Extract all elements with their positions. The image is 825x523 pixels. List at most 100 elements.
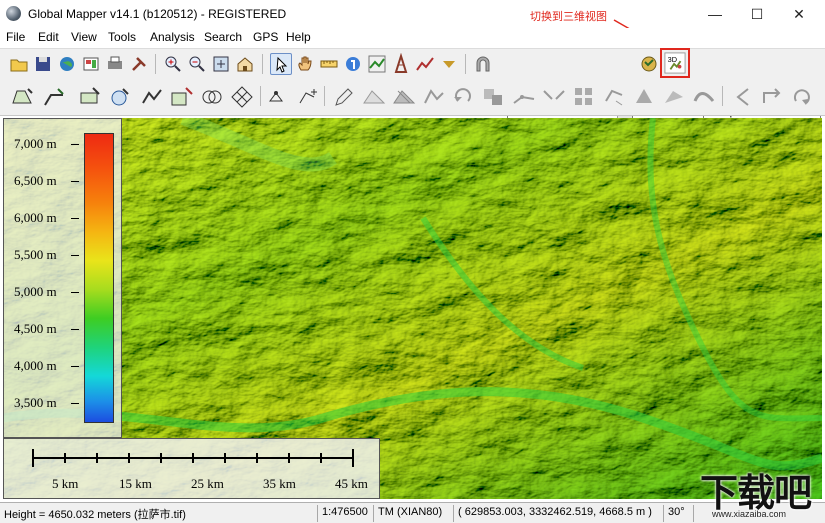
grid-icon[interactable] [228,83,256,111]
scale-tick [96,453,98,463]
select-pointer-icon[interactable] [270,53,292,75]
print-icon[interactable] [104,53,126,75]
map-catalog-icon[interactable] [80,53,102,75]
scale-tick [160,453,162,463]
site-watermark: 下载吧 www.xiazaiba.com [690,462,825,523]
toolbar-separator [324,86,325,106]
menu-view[interactable]: View [71,30,97,44]
create-area-icon[interactable] [8,83,36,111]
menu-help[interactable]: Help [286,30,311,44]
scale-label-15km: 15 km [119,476,152,491]
scale-tick [64,453,66,463]
vertex-move-icon[interactable] [264,83,292,111]
edit-pencil-icon[interactable] [330,83,358,111]
extend-line-icon[interactable] [758,83,786,111]
scale-tick [352,449,354,467]
reshape-icon[interactable] [420,83,448,111]
toolbar-separator [155,54,156,74]
area-3d-icon[interactable] [168,83,196,111]
zoom-out-icon[interactable] [186,53,208,75]
save-icon[interactable] [32,53,54,75]
menu-analysis[interactable]: Analysis [150,30,195,44]
legend-tick [71,403,79,404]
dropdown-arrow-icon[interactable] [438,53,460,75]
path-profile-icon[interactable] [414,53,436,75]
annotation-switch-3d: 切换到三维视图 [530,11,607,23]
split-area-icon[interactable] [360,83,388,111]
full-view-icon[interactable] [210,53,232,75]
legend-label-7000: 7,000 m [14,136,57,151]
legend-tick [71,329,79,330]
join-lines-icon[interactable] [540,83,568,111]
close-button[interactable]: ✕ [784,4,814,24]
legend-tick [71,181,79,182]
tools-icon[interactable] [128,53,150,75]
menu-file[interactable]: File [6,30,25,44]
legend-label-5500: 5,500 m [14,247,57,262]
maximize-button[interactable]: ☐ [742,4,772,24]
buffer-icon[interactable] [198,83,226,111]
toolbar-separator [262,54,263,74]
title-bar: Global Mapper v14.1 (b120512) - REGISTER… [0,0,825,28]
split-line-icon[interactable] [510,83,538,111]
scale-tick [192,453,194,463]
line-edit-icon[interactable] [138,83,166,111]
reverse-line-icon[interactable] [728,83,756,111]
vertex-add-icon[interactable] [294,83,322,111]
cut-area-icon[interactable] [390,83,418,111]
circle-area-icon[interactable] [106,83,134,111]
legend-tick [71,255,79,256]
legend-tick [71,292,79,293]
menu-gps[interactable]: GPS [253,30,278,44]
toolbar-separator [465,54,466,74]
shader-settings-icon[interactable] [638,53,660,75]
app-globe-icon [6,6,21,21]
minimize-button[interactable]: — [700,4,730,24]
legend-label-6000: 6,000 m [14,210,57,225]
undo-shape-icon[interactable] [450,83,478,111]
measure-ruler-icon[interactable] [318,53,340,75]
digitizer-toolbar [0,78,825,116]
move-features-icon[interactable] [600,83,628,111]
legend-label-4500: 4,500 m [14,321,57,336]
status-coordinates: ( 629853.003, 3332462.519, 4668.5 m ) [454,505,664,522]
main-toolbar: Atlas Shader ▼ 3D Setup Favorites List..… [0,48,825,122]
globe-icon[interactable] [56,53,78,75]
open-folder-icon[interactable] [8,53,30,75]
toolbar-separator [722,86,723,106]
pan-hand-icon[interactable] [294,53,316,75]
menu-bar: File Edit View Tools Analysis Search GPS… [0,28,825,48]
arch-icon[interactable] [472,53,494,75]
scale-label-45km: 45 km [335,476,368,491]
scale-features-icon[interactable] [660,83,688,111]
legend-tick [71,366,79,367]
smooth-icon[interactable] [690,83,718,111]
status-height: Height = 4650.032 meters (拉萨市.tif) [0,505,318,522]
digitizer-icon[interactable] [366,53,388,75]
legend-label-6500: 6,500 m [14,173,57,188]
menu-search[interactable]: Search [204,30,242,44]
tower-icon[interactable] [390,53,412,75]
grid-split-icon[interactable] [570,83,598,111]
home-icon[interactable] [234,53,256,75]
rectangle-area-icon[interactable] [76,83,104,111]
scale-label-25km: 25 km [191,476,224,491]
scale-bar: 5 km 15 km 25 km 35 km 45 km [3,438,380,499]
scale-label-5km: 5 km [52,476,79,491]
legend-label-5000: 5,000 m [14,284,57,299]
rotate-icon[interactable] [788,83,816,111]
scale-tick [320,453,322,463]
scale-label-35km: 35 km [263,476,296,491]
legend-label-4000: 4,000 m [14,358,57,373]
combine-areas-icon[interactable] [480,83,508,111]
info-globe-icon[interactable] [342,53,364,75]
menu-edit[interactable]: Edit [38,30,59,44]
window-title: Global Mapper v14.1 (b120512) - REGISTER… [28,7,287,21]
scale-tick [32,449,34,467]
status-projection: TM (XIAN80) [374,505,454,522]
rotate-features-icon[interactable] [630,83,658,111]
create-line-icon[interactable] [40,83,68,111]
watermark-url: www.xiazaiba.com [712,509,787,519]
zoom-in-icon[interactable] [162,53,184,75]
menu-tools[interactable]: Tools [108,30,136,44]
